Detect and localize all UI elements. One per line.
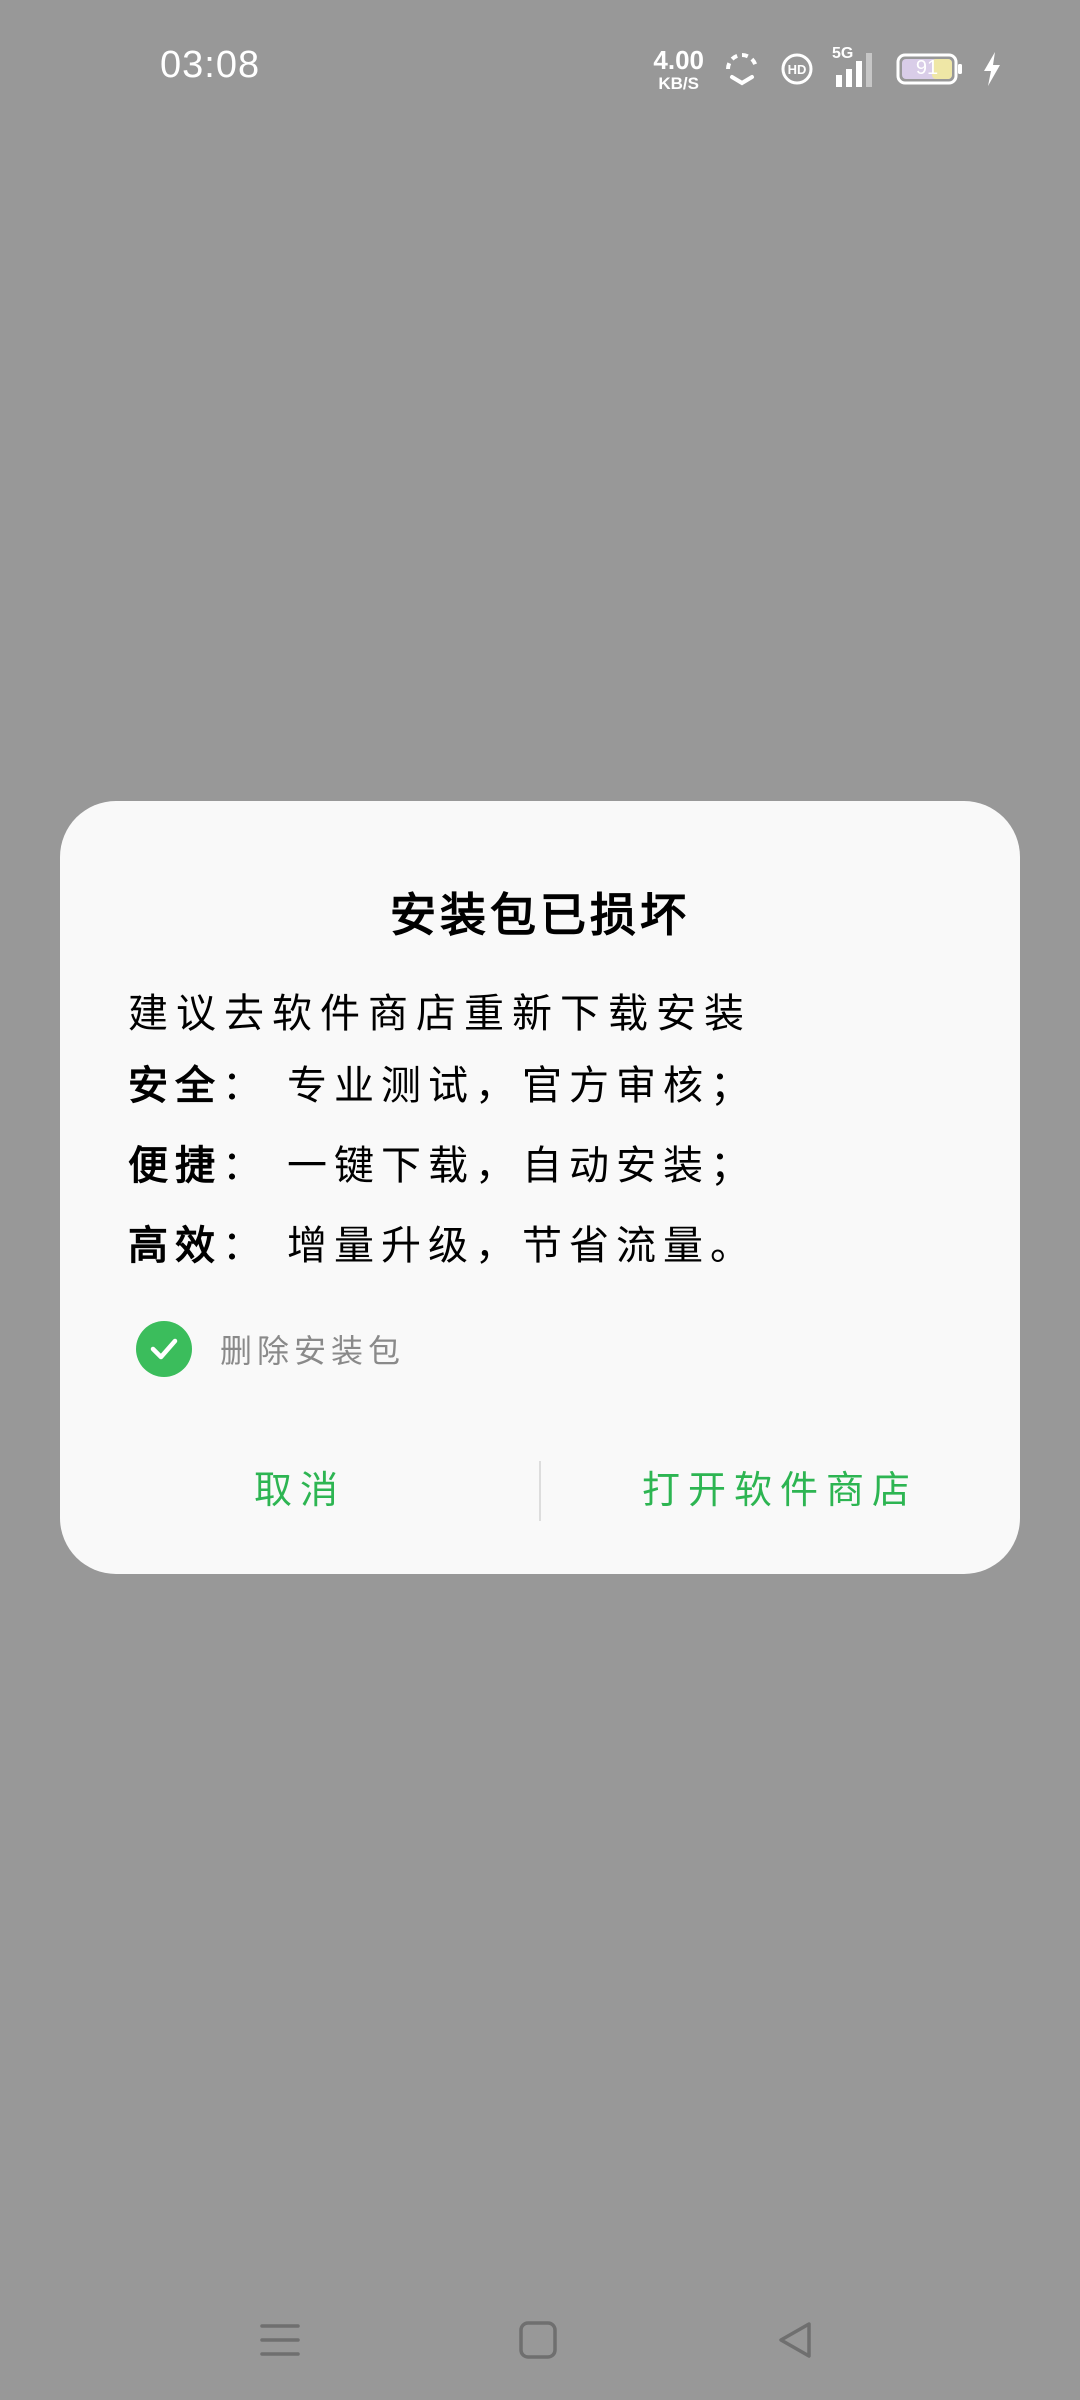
- corrupted-package-dialog: 安装包已损坏 建议去软件商店重新下载安装 安全： 专业测试，官方审核； 便捷： 一键…: [60, 801, 1020, 1574]
- feature-convenience: 便捷： 一键下载，自动安装；: [128, 1133, 757, 1191]
- feature-key: 高效: [128, 1222, 222, 1269]
- network-speed-value: 4.00: [653, 44, 704, 75]
- checkmark-icon: [150, 1338, 178, 1360]
- delete-package-option[interactable]: 删除安装包: [136, 1321, 405, 1377]
- navigation-bar: [0, 2280, 1080, 2390]
- feature-key: 便捷: [128, 1142, 222, 1189]
- feature-value: 增量升级，节省流量。: [287, 1223, 757, 1269]
- cancel-button[interactable]: 取消: [60, 1441, 540, 1531]
- feature-value: 一键下载，自动安装；: [287, 1143, 757, 1189]
- open-app-store-button[interactable]: 打开软件商店: [540, 1441, 1020, 1531]
- status-bar: 03:08 4.00 KB/S HD 5G 91: [0, 0, 1080, 140]
- hd-icon: HD: [780, 52, 814, 86]
- back-button[interactable]: [765, 2310, 825, 2370]
- svg-text:HD: HD: [788, 62, 807, 77]
- dialog-title: 安装包已损坏: [390, 888, 690, 942]
- feature-safety: 安全： 专业测试，官方审核；: [128, 1053, 757, 1111]
- feature-key: 安全: [128, 1062, 222, 1109]
- battery-icon: 91: [896, 52, 964, 86]
- back-triangle-icon: [779, 2322, 811, 2358]
- delete-package-label: 删除安装包: [220, 1332, 406, 1370]
- recents-button[interactable]: [250, 2310, 310, 2370]
- hotspot-icon: [722, 51, 762, 87]
- home-button[interactable]: [508, 2310, 568, 2370]
- menu-icon: [260, 2324, 300, 2356]
- battery-level: 91: [915, 57, 939, 79]
- home-square-icon: [519, 2321, 557, 2359]
- charging-bolt-icon: [982, 51, 1002, 87]
- feature-separator: ：: [222, 1223, 269, 1269]
- feature-separator: ：: [222, 1143, 269, 1189]
- status-icons: 4.00 KB/S HD 5G 91: [653, 44, 1002, 94]
- dialog-intro: 建议去软件商店重新下载安装: [128, 991, 752, 1037]
- feature-value: 专业测试，官方审核；: [287, 1063, 757, 1109]
- delete-package-checkbox[interactable]: [136, 1321, 192, 1377]
- signal-5g-icon: 5G: [832, 45, 878, 89]
- network-speed-unit: KB/S: [658, 73, 699, 93]
- network-speed: 4.00 KB/S: [653, 47, 704, 92]
- feature-efficiency: 高效： 增量升级，节省流量。: [128, 1213, 757, 1271]
- feature-separator: ：: [222, 1063, 269, 1109]
- status-time: 03:08: [160, 44, 261, 86]
